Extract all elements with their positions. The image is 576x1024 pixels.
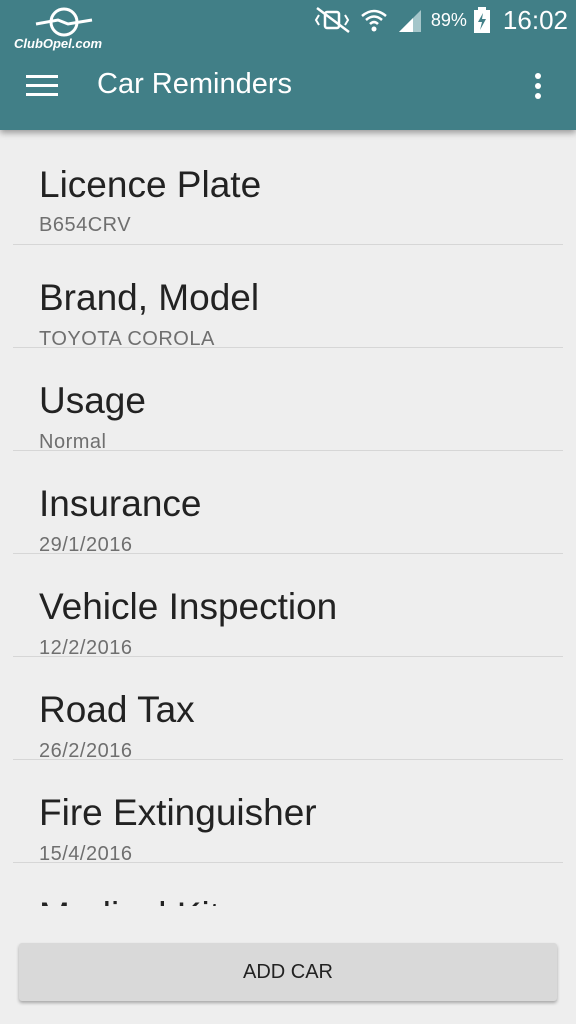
mute-vibrate-icon [314,7,350,33]
wifi-icon [361,9,387,32]
item-title: Vehicle Inspection [39,586,338,627]
hamburger-menu-icon [26,75,58,96]
item-title: Usage [39,380,146,421]
list-item-insurance[interactable]: Insurance 29/1/2016 [13,451,563,556]
battery-percent: 89% [430,9,467,30]
item-title: Fire Extinguisher [39,792,317,833]
status-icons: 89% 16:02 [313,4,568,36]
list-item-brand-model[interactable]: Brand, Model TOYOTA COROLA [13,245,563,350]
item-title: Road Tax [39,689,195,730]
list-item-medical-kit[interactable]: Medical Kit [13,863,563,906]
clock: 16:02 [502,4,568,35]
item-title: Insurance [39,483,202,524]
list-item-licence-plate[interactable]: Licence Plate B654CRV [13,130,563,245]
page-title: Car Reminders [97,68,292,100]
item-title: Brand, Model [39,277,260,318]
status-bar: ClubOpel.com 89% 16:02 [0,0,576,52]
more-vertical-icon [535,73,541,99]
opel-logo-icon [35,7,93,37]
watermark-logo: ClubOpel.com [14,6,124,51]
add-car-button[interactable]: ADD CAR [19,943,557,1001]
list-item-road-tax[interactable]: Road Tax 26/2/2016 [13,657,563,762]
reminder-list[interactable]: Licence Plate B654CRV Brand, Model TOYOT… [0,130,576,906]
hamburger-menu-button[interactable] [20,64,64,108]
item-value: B654CRV [39,214,132,236]
list-item-vehicle-inspection[interactable]: Vehicle Inspection 12/2/2016 [13,554,563,659]
list-item-fire-extinguisher[interactable]: Fire Extinguisher 15/4/2016 [13,760,563,865]
item-title: Licence Plate [39,164,262,205]
overflow-menu-button[interactable] [518,64,558,108]
item-title: Medical Kit [39,895,220,906]
battery-charging-icon [473,7,490,33]
list-item-usage[interactable]: Usage Normal [13,348,563,453]
signal-icon [398,10,421,32]
top-bar: ClubOpel.com 89% 16:02 Car Reminders [0,0,576,130]
app-bar: Car Reminders [0,40,576,130]
